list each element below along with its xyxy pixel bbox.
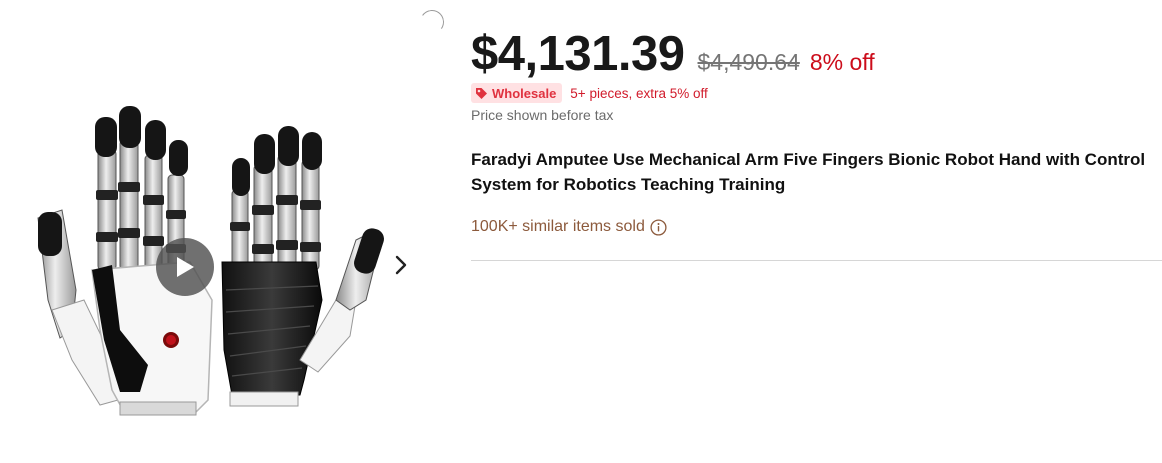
product-gallery: [0, 0, 446, 463]
product-title: Faradyi Amputee Use Mechanical Arm Five …: [471, 150, 1146, 194]
price-row: $4,131.39 $4,490.64 8% off: [471, 26, 875, 82]
current-price: $4,131.39: [471, 27, 685, 81]
sales-row: 100K+ similar items sold: [471, 218, 667, 236]
original-price: $4,490.64: [697, 49, 800, 75]
tag-icon: [475, 87, 488, 100]
wholesale-row: Wholesale 5+ pieces, extra 5% off: [471, 83, 708, 103]
next-image-button[interactable]: [388, 252, 414, 278]
wholesale-badge-label: Wholesale: [492, 85, 557, 101]
chevron-right-icon: [395, 255, 407, 275]
product-image[interactable]: [0, 0, 440, 463]
right-robot-hand: [221, 126, 384, 407]
divider: [471, 260, 1162, 261]
similar-items-sold: 100K+ similar items sold: [471, 218, 645, 235]
discount-label: 8% off: [809, 49, 875, 75]
info-icon[interactable]: [650, 218, 667, 236]
tax-note: Price shown before tax: [471, 107, 614, 123]
wholesale-note: 5+ pieces, extra 5% off: [570, 85, 708, 101]
play-icon: [177, 257, 194, 277]
wholesale-badge: Wholesale: [471, 83, 563, 103]
video-play-button[interactable]: [156, 238, 214, 296]
